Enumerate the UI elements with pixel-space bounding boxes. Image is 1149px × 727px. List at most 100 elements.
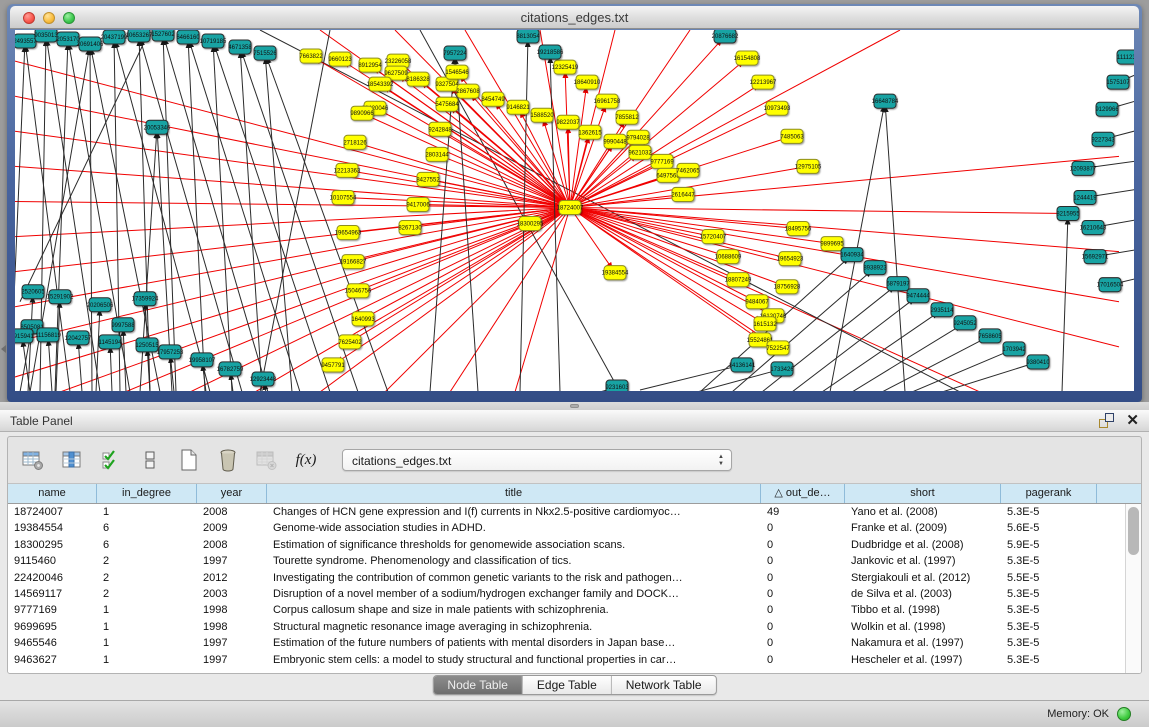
network-node[interactable]: 9474444 (906, 289, 930, 303)
network-node[interactable]: 9035013 (34, 30, 58, 42)
close-panel-icon[interactable]: ✕ (1126, 413, 1139, 428)
network-node[interactable]: 10107554 (330, 190, 357, 204)
cell-out-de-[interactable]: 0 (761, 652, 845, 668)
column-header-out-de-[interactable]: △ out_de… (761, 484, 845, 503)
table-row[interactable]: 2242004622012Investigating the contribut… (8, 570, 1125, 586)
network-node[interactable]: 9227343 (1091, 132, 1115, 146)
cell-in-degree[interactable]: 2 (97, 553, 197, 569)
tab-edge-table[interactable]: Edge Table (523, 676, 612, 694)
network-node[interactable]: 9457791 (321, 358, 345, 372)
cell-short[interactable]: Jankovic et al. (1997) (845, 553, 1001, 569)
network-node[interactable]: 9822037 (556, 115, 580, 129)
cell-out-de-[interactable]: 0 (761, 570, 845, 586)
cell-name[interactable]: 9699695 (8, 619, 97, 635)
network-node[interactable]: 2803144 (425, 147, 449, 161)
float-window-icon[interactable] (1099, 413, 1114, 428)
network-node[interactable]: 7522547 (766, 341, 790, 355)
network-node[interactable]: 10719185 (200, 34, 227, 48)
cell-short[interactable]: Hescheler et al. (1997) (845, 652, 1001, 668)
column-header-title[interactable]: title (267, 484, 761, 503)
network-node[interactable]: 19384554 (602, 266, 629, 280)
network-node[interactable]: 20876682 (712, 30, 739, 43)
network-node[interactable]: 8938923 (863, 261, 887, 275)
network-node[interactable]: 9997588 (111, 318, 135, 332)
network-node[interactable]: 7485063 (780, 129, 804, 143)
network-node[interactable]: 1703942 (1002, 342, 1026, 356)
column-list-button[interactable] (137, 447, 163, 473)
cell-name[interactable]: 18300295 (8, 537, 97, 553)
network-node[interactable]: 12213363 (334, 163, 361, 177)
cell-pagerank[interactable]: 5.5E-5 (1001, 570, 1097, 586)
network-node[interactable]: 19166827 (340, 255, 367, 269)
network-node[interactable]: 5475684 (435, 97, 459, 111)
network-node[interactable]: 9242848 (428, 122, 452, 136)
cell-out-de-[interactable]: 0 (761, 619, 845, 635)
cell-title[interactable]: Tourette syndrome. Phenomenology and cla… (267, 553, 761, 569)
network-node[interactable]: 1527602 (151, 30, 175, 41)
cell-pagerank[interactable]: 5.3E-5 (1001, 602, 1097, 618)
network-node[interactable]: 3915941 (15, 329, 34, 343)
cell-year[interactable]: 1997 (197, 635, 267, 651)
network-node[interactable]: 19654963 (335, 226, 362, 240)
cell-name[interactable]: 14569117 (8, 586, 97, 602)
function-builder-button[interactable]: f(x) (293, 447, 319, 473)
network-node[interactable]: 9660123 (328, 52, 352, 66)
column-header-short[interactable]: short (845, 484, 1001, 503)
cell-pagerank[interactable]: 5.6E-5 (1001, 520, 1097, 536)
select-columns-button[interactable] (98, 447, 124, 473)
cell-year[interactable]: 1998 (197, 619, 267, 635)
table-row[interactable]: 946554611997Estimation of the future num… (8, 635, 1125, 651)
vertical-scrollbar[interactable] (1125, 504, 1141, 673)
network-node[interactable]: 9245052 (953, 316, 977, 330)
network-node[interactable]: 1575107 (1106, 75, 1130, 89)
network-node[interactable]: 9990448 (603, 134, 627, 148)
collapse-panel-arrow-icon[interactable] (1, 345, 6, 353)
cell-short[interactable]: Yano et al. (2008) (845, 504, 1001, 520)
network-node[interactable]: 9146821 (506, 100, 530, 114)
cell-title[interactable]: Investigating the contribution of common… (267, 570, 761, 586)
cell-short[interactable]: Wolkin et al. (1998) (845, 619, 1001, 635)
cell-out-de-[interactable]: 49 (761, 504, 845, 520)
cell-title[interactable]: Structural magnetic resonance image aver… (267, 619, 761, 635)
network-node[interactable]: 16648784 (872, 94, 899, 108)
network-node[interactable]: 15291902 (47, 290, 74, 304)
network-node[interactable]: 1244419 (1073, 190, 1097, 204)
network-node[interactable]: 16210643 (1080, 221, 1107, 235)
tab-node-table[interactable]: Node Table (433, 676, 523, 694)
network-node[interactable]: 2935114 (931, 303, 955, 317)
network-node[interactable]: 16961758 (594, 94, 621, 108)
cell-name[interactable]: 19384554 (8, 520, 97, 536)
cell-in-degree[interactable]: 1 (97, 602, 197, 618)
cell-in-degree[interactable]: 1 (97, 619, 197, 635)
cell-short[interactable]: de Silva et al. (2003) (845, 586, 1001, 602)
network-node[interactable]: 9621032 (628, 145, 652, 159)
table-row[interactable]: 1456911722003Disruption of a novel membe… (8, 586, 1125, 602)
network-canvas[interactable]: 1872400796601238912954232260589627509818… (15, 30, 1134, 391)
network-node[interactable]: 11156819 (35, 328, 61, 342)
cell-out-de-[interactable]: 0 (761, 602, 845, 618)
network-node[interactable]: 1546546 (445, 65, 469, 79)
network-node[interactable]: 8813054 (516, 30, 540, 43)
network-node[interactable]: 18640910 (574, 75, 601, 89)
network-node[interactable]: 12975105 (795, 159, 822, 173)
memory-status-icon[interactable] (1117, 707, 1131, 721)
table-row[interactable]: 946362711997Embryonic stem cells: a mode… (8, 652, 1125, 668)
cell-in-degree[interactable]: 6 (97, 520, 197, 536)
cell-short[interactable]: Franke et al. (2009) (845, 520, 1001, 536)
network-view[interactable]: 1872400796601238912954232260589627509818… (15, 30, 1134, 391)
table-row[interactable]: 1938455462009Genome-wide association stu… (8, 520, 1125, 536)
delete-table-button[interactable] (254, 447, 280, 473)
network-node[interactable]: 8186328 (406, 72, 430, 86)
table-row[interactable]: 969969511998Structural magnetic resonanc… (8, 619, 1125, 635)
network-node[interactable]: 2520605 (21, 285, 45, 299)
network-node[interactable]: 8454749 (481, 92, 505, 106)
network-node[interactable]: 7625402 (338, 335, 362, 349)
network-node[interactable]: 17016504 (1097, 278, 1124, 292)
cell-year[interactable]: 2008 (197, 504, 267, 520)
network-node[interactable]: 1111235 (1117, 50, 1134, 64)
cell-name[interactable]: 9777169 (8, 602, 97, 618)
network-node[interactable]: 18543392 (367, 77, 394, 91)
window-titlebar[interactable]: citations_edges.txt (10, 6, 1139, 29)
cell-out-de-[interactable]: 0 (761, 635, 845, 651)
network-node[interactable]: 20437199 (101, 30, 128, 44)
